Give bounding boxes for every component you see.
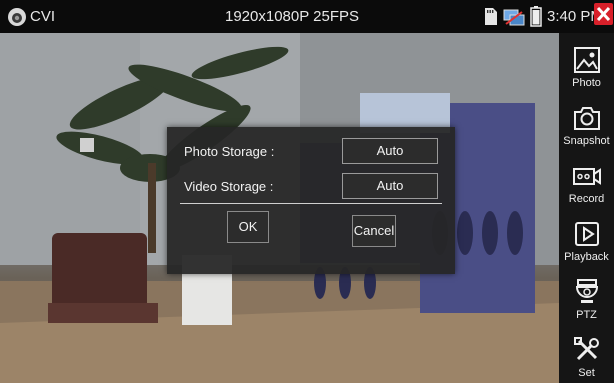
close-icon: [596, 6, 611, 22]
photo-storage-select[interactable]: Auto: [342, 138, 438, 164]
sidebar-item-playback[interactable]: Playback: [559, 211, 614, 267]
sidebar-item-snapshot[interactable]: Snapshot: [559, 95, 614, 151]
sidebar-label-record: Record: [568, 193, 605, 205]
function-sidebar: Photo Snapshot Record Playback PTZ Set: [559, 33, 614, 383]
ok-button[interactable]: OK: [227, 211, 269, 243]
record-icon: [573, 168, 601, 185]
resolution-label: 1920x1080P 25FPS: [225, 8, 359, 25]
video-storage-select[interactable]: Auto: [342, 173, 438, 199]
battery-icon: [530, 6, 542, 27]
camera-icon: [8, 8, 26, 26]
close-button[interactable]: [594, 3, 613, 25]
video-storage-label: Video Storage :: [184, 179, 274, 194]
sidebar-item-record[interactable]: Record: [559, 153, 614, 209]
sidebar-label-set: Set: [578, 367, 595, 379]
sidebar-label-photo: Photo: [572, 77, 601, 89]
camera-icon: [574, 107, 600, 130]
tools-icon: [574, 337, 599, 361]
ptz-camera-icon: [575, 279, 599, 303]
storage-settings-dialog: Photo Storage : Auto Video Storage : Aut…: [167, 127, 455, 274]
sidebar-label-playback: Playback: [564, 251, 609, 263]
sidebar-item-set[interactable]: Set: [559, 327, 614, 383]
cancel-button[interactable]: Cancel: [352, 215, 396, 247]
sidebar-item-photo[interactable]: Photo: [559, 37, 614, 93]
sidebar-label-snapshot: Snapshot: [563, 135, 610, 147]
photo-icon: [574, 47, 600, 73]
sidebar-label-ptz: PTZ: [576, 309, 597, 321]
photo-storage-label: Photo Storage :: [184, 144, 275, 159]
dialog-divider: [180, 203, 442, 204]
network-icon: [503, 9, 525, 26]
sidebar-item-ptz[interactable]: PTZ: [559, 269, 614, 325]
status-bar: CVI 1920x1080P 25FPS 3:40 PM: [0, 0, 614, 33]
app-title: CVI: [30, 8, 56, 25]
playback-icon: [575, 222, 599, 246]
sd-card-icon: [485, 8, 497, 25]
